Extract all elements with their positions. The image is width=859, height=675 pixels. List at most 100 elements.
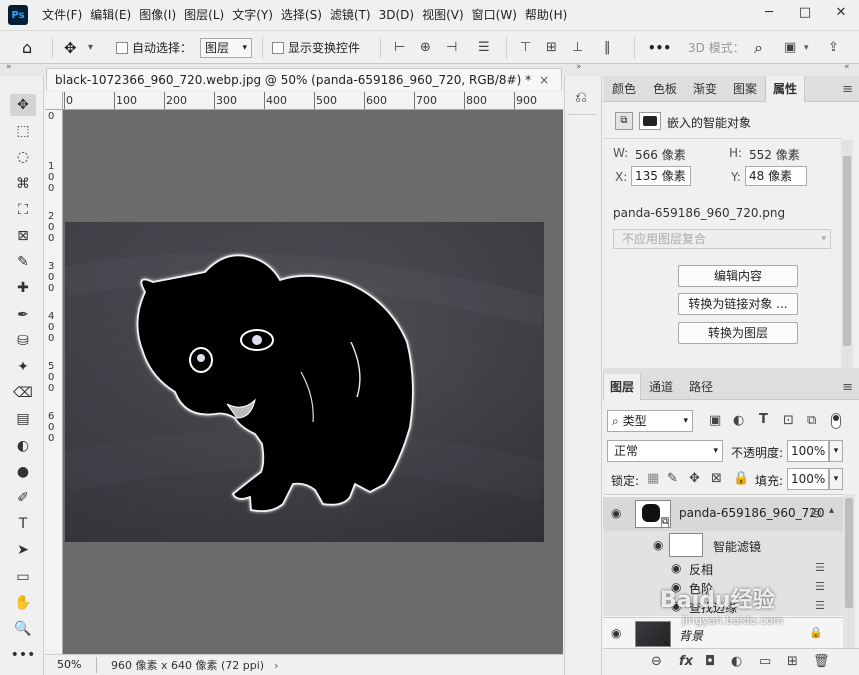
filter-shape-icon[interactable]: ⊡ [783, 413, 794, 428]
fx-icon[interactable]: fx [679, 654, 693, 669]
crop-tool-icon[interactable]: ⛶ [10, 199, 36, 221]
tab-color[interactable]: 颜色 [603, 76, 645, 102]
panel-menu-icon[interactable]: ≡ [842, 82, 853, 97]
menu-type[interactable]: 文字(Y) [228, 4, 277, 26]
tab-patterns[interactable]: 图案 [725, 76, 765, 102]
menu-select[interactable]: 选择(S) [277, 4, 326, 26]
menu-layer[interactable]: 图层(L) [180, 4, 228, 26]
zoom-field[interactable]: 50% [49, 657, 97, 673]
lock-artboard-icon[interactable]: ⊠ [711, 471, 722, 486]
collapse-icon[interactable]: « [844, 62, 850, 72]
healing-brush-tool-icon[interactable]: ✚ [10, 277, 36, 299]
auto-select-dropdown[interactable]: 图层 ▾ [200, 31, 252, 64]
document-tab[interactable]: black-1072366_960_720.webp.jpg @ 50% (pa… [46, 68, 562, 90]
convert-to-layers-button[interactable]: 转换为图层 [678, 322, 798, 344]
blur-tool-icon[interactable]: ◐ [10, 435, 36, 457]
canvas-image[interactable] [65, 222, 544, 542]
menu-filter[interactable]: 滤镜(T) [326, 4, 375, 26]
home-icon[interactable]: ⌂ [22, 31, 32, 64]
clone-stamp-tool-icon[interactable]: ⛁ [10, 330, 36, 352]
menu-edit[interactable]: 编辑(E) [86, 4, 135, 26]
chevron-down-icon[interactable]: ▾ [829, 468, 843, 490]
edit-contents-button[interactable]: 编辑内容 [678, 265, 798, 287]
convert-to-linked-button[interactable]: 转换为链接对象 ... [678, 293, 798, 315]
adjustment-layer-icon[interactable]: ◐ [731, 654, 742, 669]
expand-icon[interactable]: » [576, 62, 582, 72]
filter-options-icon[interactable]: ☰ [815, 580, 825, 593]
lock-pixels-icon[interactable]: ✎ [667, 471, 678, 486]
scrollbar-thumb[interactable] [843, 156, 851, 346]
filter-toggle-icon[interactable] [831, 413, 841, 429]
panel-menu-icon[interactable]: ≡ [842, 380, 853, 395]
chevron-down-icon[interactable]: ▾ [829, 440, 843, 462]
path-select-tool-icon[interactable]: ➤ [10, 539, 36, 561]
fill-field[interactable]: 100% [787, 468, 829, 490]
filter-options-icon[interactable]: ☰ [815, 599, 825, 612]
ruler-corner[interactable] [45, 92, 63, 110]
auto-select-checkbox[interactable] [116, 41, 128, 54]
blend-mode-dropdown[interactable]: 正常 ▾ [607, 440, 723, 462]
new-group-icon[interactable]: ▭ [759, 654, 771, 669]
align-left-icon[interactable]: ⊢ [394, 31, 405, 64]
dodge-tool-icon[interactable]: ● [10, 461, 36, 483]
filter-mask-thumbnail[interactable] [669, 533, 703, 557]
filter-options-icon[interactable]: ☰ [815, 561, 825, 574]
show-transform-option[interactable]: 显示变换控件 [272, 31, 360, 64]
lasso-tool-icon[interactable]: ◌ [10, 146, 36, 168]
vertical-ruler[interactable]: 0100200300400500600 [45, 110, 63, 654]
workspace-icon[interactable]: ▣ [784, 31, 796, 64]
zoom-tool-icon[interactable]: 🔍 [10, 618, 36, 640]
align-bottom-icon[interactable]: ⊥ [572, 31, 583, 64]
visibility-eye-icon[interactable]: ◉ [611, 626, 621, 640]
menu-help[interactable]: 帮助(H) [521, 4, 571, 26]
more-tools-icon[interactable]: ••• [10, 644, 36, 666]
eyedropper-tool-icon[interactable]: ✎ [10, 251, 36, 273]
opacity-field[interactable]: 100% [787, 440, 829, 462]
type-tool-icon[interactable]: T [10, 513, 36, 535]
visibility-eye-icon[interactable]: ◉ [671, 580, 681, 594]
frame-tool-icon[interactable]: ⊠ [10, 225, 36, 247]
move-tool-icon[interactable]: ✥ [10, 94, 36, 116]
align-middle-v-icon[interactable]: ⊞ [546, 31, 557, 64]
history-brush-tool-icon[interactable]: ✦ [10, 356, 36, 378]
filter-row-levels[interactable]: ◉ 色阶 ☰ [603, 578, 843, 597]
chevron-down-icon[interactable]: ▾ [88, 31, 93, 64]
distribute-h-icon[interactable]: ☰ [478, 31, 490, 64]
marquee-tool-icon[interactable]: ⬚ [10, 120, 36, 142]
tab-channels[interactable]: 通道 [641, 374, 681, 400]
lock-position-icon[interactable]: ✥ [689, 471, 700, 486]
eraser-tool-icon[interactable]: ⌫ [10, 382, 36, 404]
tab-swatches[interactable]: 色板 [645, 76, 685, 102]
maximize-button[interactable]: □ [787, 0, 823, 24]
layers-scrollbar[interactable] [843, 494, 855, 648]
x-field[interactable]: 135 像素 [631, 166, 691, 186]
close-tab-icon[interactable]: × [539, 73, 549, 87]
document-info[interactable]: 960 像素 x 640 像素 (72 ppi) [111, 657, 264, 673]
filter-row-invert[interactable]: ◉ 反相 ☰ [603, 559, 843, 578]
menu-image[interactable]: 图像(I) [135, 4, 180, 26]
collapse-arrow-icon[interactable]: ▴ [829, 505, 834, 516]
horizontal-ruler[interactable]: 0 100 200 300 400 500 600 700 800 900 [63, 92, 563, 110]
tab-layers[interactable]: 图层 [603, 374, 641, 400]
show-transform-checkbox[interactable] [272, 41, 284, 54]
chevron-right-icon[interactable]: › [274, 659, 278, 672]
align-top-icon[interactable]: ⊤ [520, 31, 531, 64]
new-layer-icon[interactable]: ⊞ [787, 654, 798, 669]
filter-pixel-icon[interactable]: ▣ [709, 413, 721, 428]
expand-icon[interactable]: » [6, 62, 12, 72]
lock-transparent-icon[interactable]: ▦ [647, 471, 659, 486]
minimize-button[interactable]: ─ [751, 0, 787, 24]
quick-select-tool-icon[interactable]: ⌘ [10, 173, 36, 195]
menu-3d[interactable]: 3D(D) [375, 4, 418, 26]
menu-window[interactable]: 窗口(W) [468, 4, 521, 26]
auto-select-option[interactable]: 自动选择： [116, 31, 192, 64]
tab-properties[interactable]: 属性 [765, 76, 805, 102]
menu-view[interactable]: 视图(V) [418, 4, 468, 26]
trash-icon[interactable]: 🗑 [813, 654, 830, 669]
rectangle-tool-icon[interactable]: ▭ [10, 566, 36, 588]
filter-row-find-edges[interactable]: ◉ 查找边缘 ☰ [603, 597, 843, 616]
brush-tool-icon[interactable]: ✒ [10, 304, 36, 326]
add-mask-icon[interactable]: ◘ [705, 654, 715, 669]
layer-comp-dropdown[interactable]: 不应用图层复合 ▾ [613, 229, 831, 249]
link-layers-icon[interactable]: ⊖ [651, 654, 662, 669]
